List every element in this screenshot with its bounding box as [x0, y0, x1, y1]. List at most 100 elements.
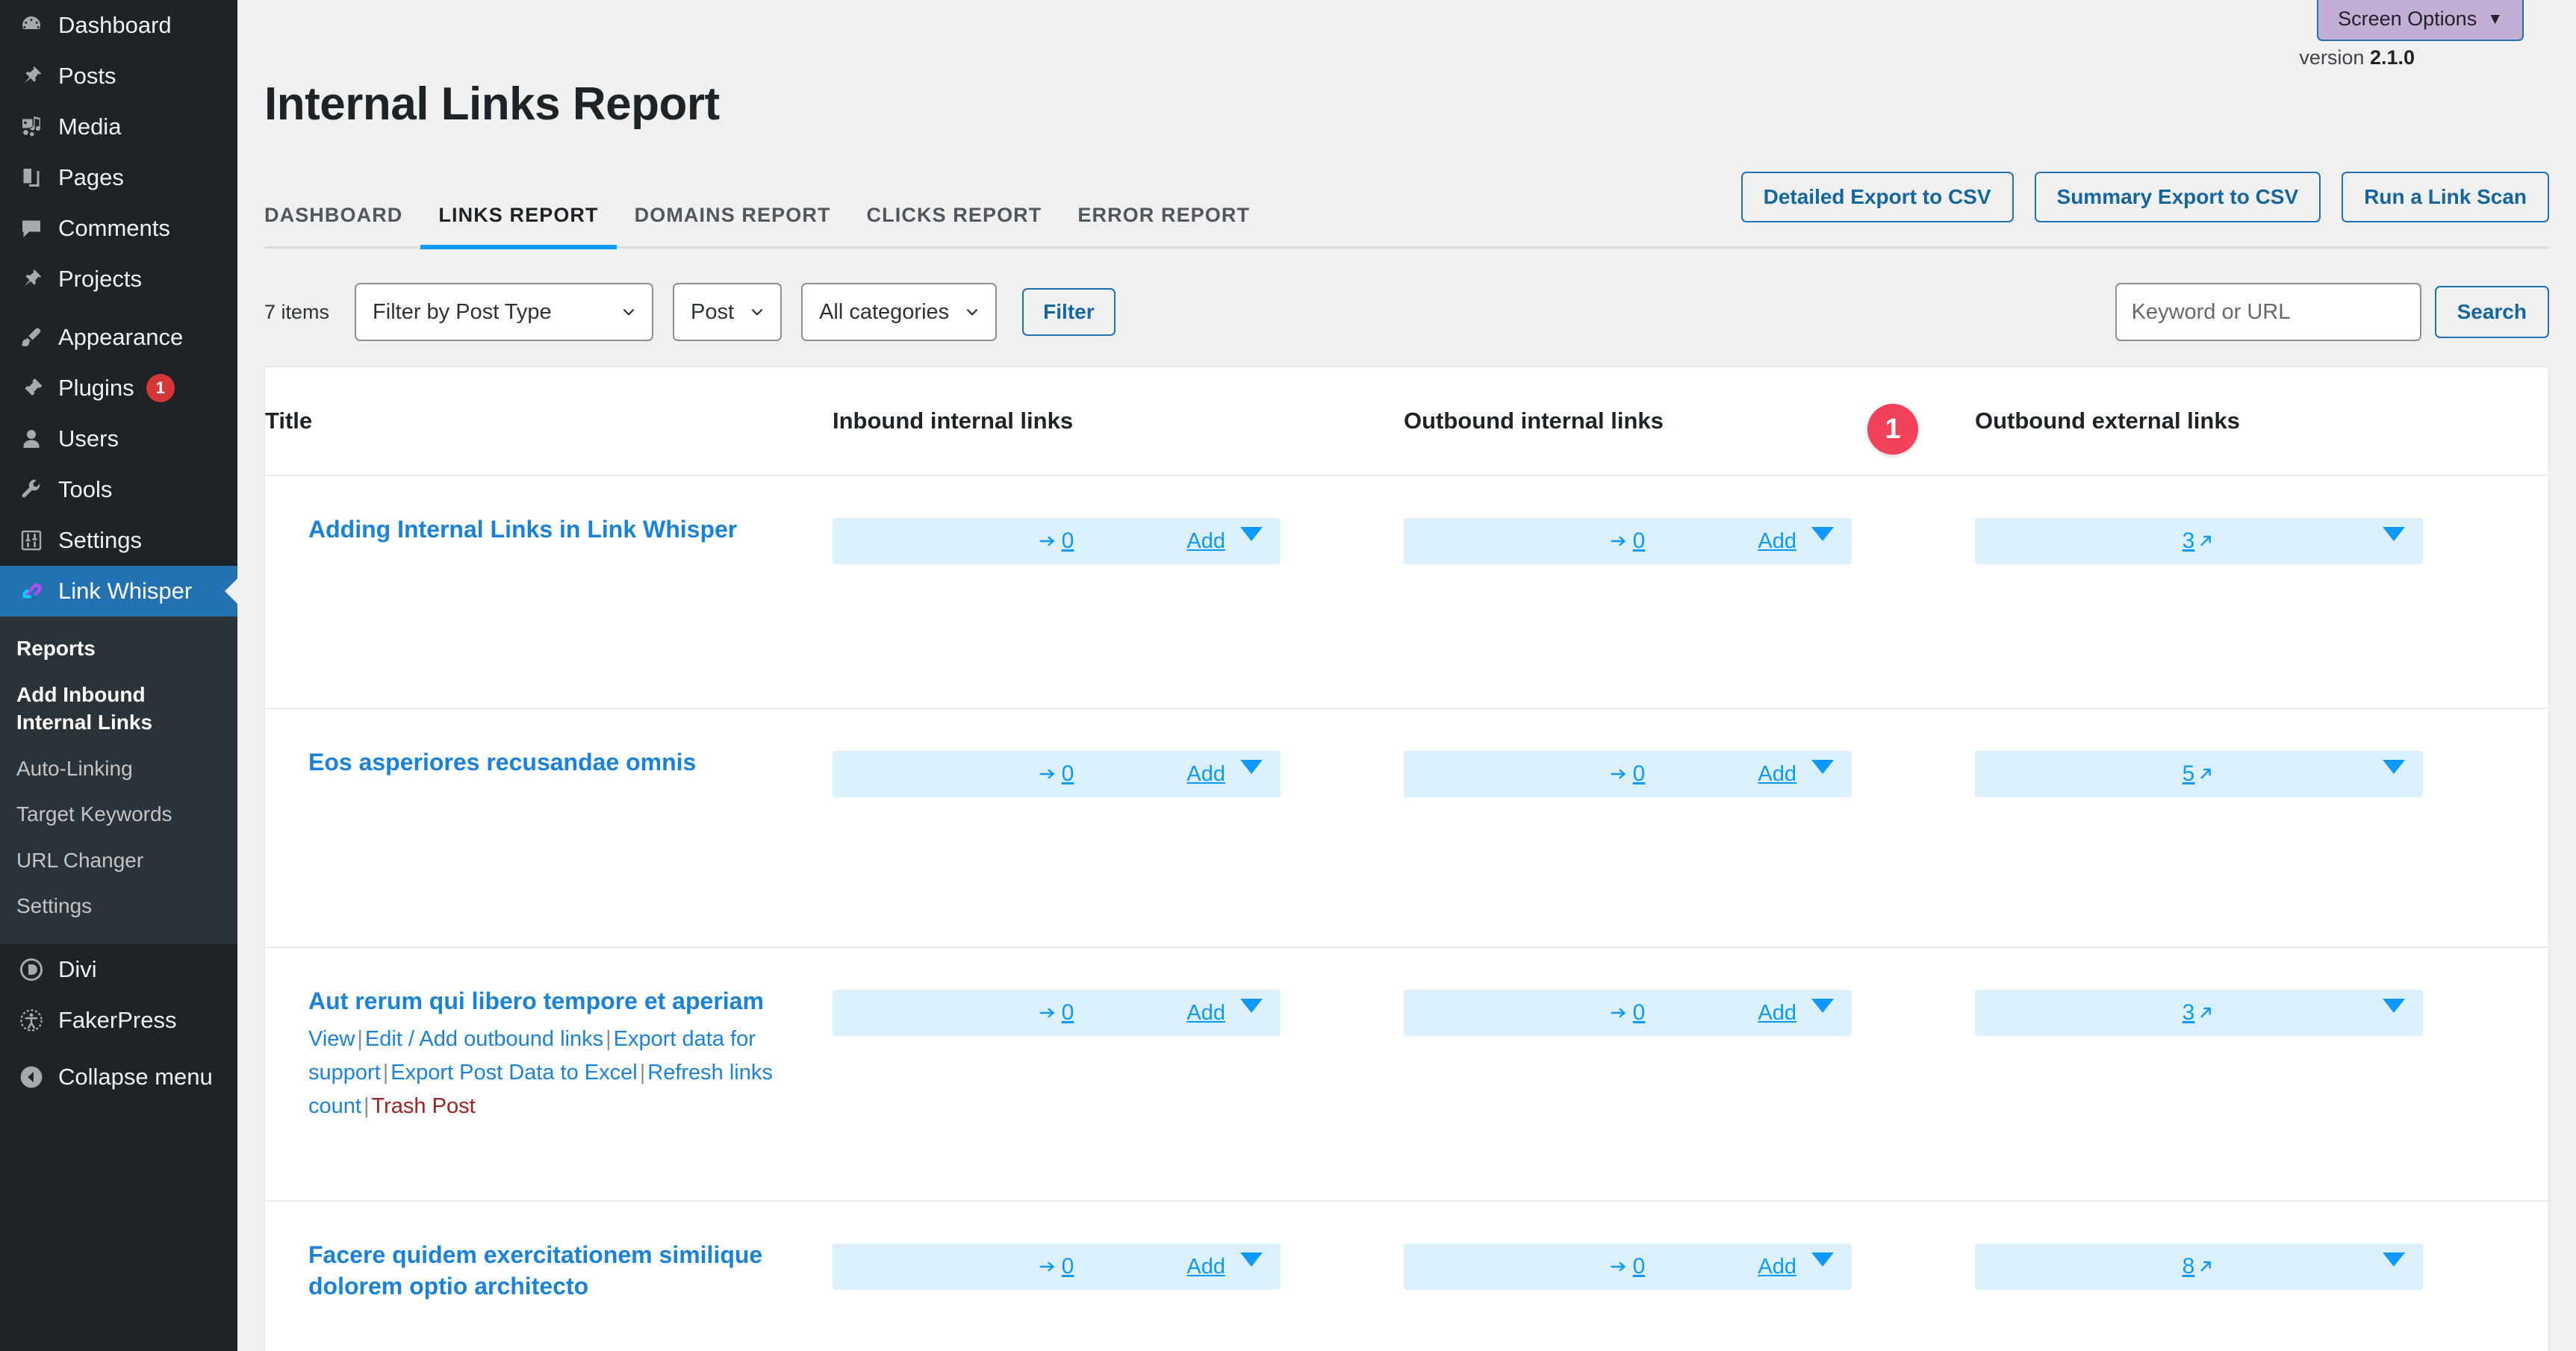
external-links-pill[interactable]: 3 [1975, 990, 2423, 1037]
sidebar-item-label: Appearance [58, 324, 184, 350]
sidebar-item-projects[interactable]: Projects [0, 254, 237, 305]
row-action-edit-add-outbound-links[interactable]: Edit / Add outbound links [365, 1027, 603, 1051]
action-separator: | [357, 1027, 363, 1052]
inbound-add-link[interactable]: Add [1186, 762, 1225, 787]
column-header-inbound-internal-links: Inbound internal links [833, 408, 1074, 434]
external-links-pill[interactable]: 8 [1975, 1244, 2423, 1291]
post-select[interactable]: Post [673, 283, 783, 342]
annotation-marker-1: 1 [1867, 404, 1918, 455]
filter-bar: 7 items Filter by Post Type Post All cat… [264, 249, 2549, 366]
categories-select[interactable]: All categories [801, 283, 998, 342]
outbound-count[interactable]: 0 [1611, 761, 1645, 787]
collapse-menu-button[interactable]: Collapse menu [0, 1052, 237, 1102]
external-links-pill[interactable]: 5 [1975, 751, 2423, 798]
sidebar-item-label: Media [58, 113, 122, 140]
submenu-item-add-inbound-internal-links[interactable]: Add Inbound Internal Links [0, 672, 237, 746]
sidebar-item-tools[interactable]: Tools [0, 464, 237, 515]
sidebar-item-link-whisper[interactable]: Link Whisper [0, 566, 237, 617]
action-separator: | [606, 1027, 612, 1052]
sidebar-item-appearance[interactable]: Appearance [0, 312, 237, 363]
summary-export-csv-button[interactable]: Summary Export to CSV [2034, 172, 2321, 223]
submenu-item-target-keywords[interactable]: Target Keywords [0, 791, 237, 837]
row-external-cell: 3 [1975, 476, 2548, 565]
row-action-export-post-data-to-excel[interactable]: Export Post Data to Excel [391, 1061, 637, 1085]
external-count[interactable]: 3 [2183, 528, 2216, 554]
inbound-links-pill[interactable]: 0 Add [833, 990, 1281, 1037]
row-action-trash-post[interactable]: Trash Post [372, 1094, 476, 1118]
outbound-count[interactable]: 0 [1611, 1254, 1646, 1279]
row-actions: View | Edit / Add outbound links | Export da… [308, 1023, 803, 1123]
outbound-count[interactable]: 0 [1611, 528, 1645, 554]
submenu-item-reports[interactable]: Reports [0, 625, 237, 672]
tab-dashboard[interactable]: DASHBOARD [264, 204, 420, 249]
run-link-scan-button[interactable]: Run a Link Scan [2342, 172, 2549, 223]
inbound-count[interactable]: 0 [1039, 1000, 1074, 1026]
tab-domains-report[interactable]: DOMAINS REPORT [617, 204, 849, 249]
sidebar-item-plugins[interactable]: Plugins 1 [0, 363, 237, 414]
inbound-count-value: 0 [1061, 1000, 1074, 1026]
chevron-down-icon [623, 309, 635, 316]
external-count[interactable]: 3 [2183, 1000, 2216, 1026]
tab-links-report[interactable]: LINKS REPORT [420, 204, 617, 250]
inbound-links-pill[interactable]: 0 Add [833, 518, 1281, 565]
submenu-item-auto-linking[interactable]: Auto-Linking [0, 746, 237, 792]
outbound-count[interactable]: 0 [1611, 1000, 1645, 1026]
inbound-links-pill[interactable]: 0 Add [833, 1244, 1281, 1291]
outbound-links-pill[interactable]: 0 Add [1404, 990, 1852, 1037]
external-count[interactable]: 8 [2183, 1254, 2216, 1279]
inbound-links-pill[interactable]: 0 Add [833, 751, 1281, 798]
sidebar-item-pages[interactable]: Pages [0, 152, 237, 203]
submenu-item-url-changer[interactable]: URL Changer [0, 837, 237, 884]
tabs-row: DASHBOARD LINKS REPORT DOMAINS REPORT CL… [264, 172, 2549, 250]
sidebar-item-label: Settings [58, 527, 143, 553]
outbound-add-link[interactable]: Add [1758, 1255, 1796, 1279]
row-title-link[interactable]: Eos asperiores recusandae omnis [308, 749, 696, 776]
outbound-links-pill[interactable]: 0 Add [1404, 1244, 1852, 1291]
sidebar-item-media[interactable]: Media [0, 102, 237, 152]
external-count[interactable]: 5 [2183, 761, 2216, 787]
external-links-pill[interactable]: 3 [1975, 518, 2423, 565]
detailed-export-csv-button[interactable]: Detailed Export to CSV [1740, 172, 2014, 223]
screen-options-button[interactable]: Screen Options ▼ [2317, 0, 2524, 41]
action-separator: | [639, 1061, 646, 1085]
sidebar-item-comments[interactable]: Comments [0, 203, 237, 254]
sidebar-item-fakerpress[interactable]: FakerPress [0, 995, 237, 1046]
outbound-add-link[interactable]: Add [1758, 1001, 1796, 1026]
inbound-add-link[interactable]: Add [1186, 1001, 1225, 1026]
inbound-count[interactable]: 0 [1039, 761, 1074, 787]
inbound-count[interactable]: 0 [1039, 1254, 1074, 1279]
search-input[interactable]: Keyword or URL [2115, 283, 2421, 342]
sidebar-item-divi[interactable]: Divi [0, 944, 237, 995]
search-button[interactable]: Search [2434, 286, 2549, 339]
tab-error-report[interactable]: ERROR REPORT [1060, 204, 1268, 249]
row-action-view[interactable]: View [308, 1027, 355, 1051]
sidebar-item-label: Posts [58, 63, 116, 89]
plugin-version: version 2.1.0 [264, 0, 2549, 69]
row-title-link[interactable]: Aut rerum qui libero tempore et aperiam [308, 987, 764, 1014]
row-title-cell: Eos asperiores recusandae omnis [265, 709, 833, 778]
outbound-add-link[interactable]: Add [1758, 529, 1796, 554]
outbound-links-pill[interactable]: 0 Add [1404, 751, 1852, 798]
submenu-item-settings[interactable]: Settings [0, 883, 237, 929]
collapse-menu-label: Collapse menu [58, 1063, 213, 1090]
sidebar-item-dashboard[interactable]: Dashboard [0, 0, 237, 51]
row-title-link[interactable]: Adding Internal Links in Link Whisper [308, 516, 737, 543]
sidebar-item-settings[interactable]: Settings [0, 515, 237, 566]
filter-button[interactable]: Filter [1022, 288, 1116, 337]
row-external-cell: 8 [1975, 1202, 2548, 1291]
post-type-select[interactable]: Filter by Post Type [355, 283, 654, 342]
post-type-select-value: Filter by Post Type [373, 299, 552, 324]
version-number: 2.1.0 [2369, 46, 2415, 69]
outbound-add-link[interactable]: Add [1758, 762, 1796, 787]
outbound-count-value: 0 [1632, 1254, 1646, 1279]
sidebar-item-users[interactable]: Users [0, 414, 237, 464]
inbound-add-link[interactable]: Add [1186, 529, 1225, 554]
inbound-count[interactable]: 0 [1039, 528, 1074, 554]
tab-clicks-report[interactable]: CLICKS REPORT [849, 204, 1060, 249]
row-title-link[interactable]: Facere quidem exercitationem similique d… [308, 1241, 762, 1299]
sidebar-item-posts[interactable]: Posts [0, 51, 237, 102]
table-row: Adding Internal Links in Link Whisper 0 … [265, 476, 2548, 710]
inbound-add-link[interactable]: Add [1186, 1255, 1225, 1279]
arrow-into-icon [1039, 536, 1054, 546]
outbound-links-pill[interactable]: 0 Add [1404, 518, 1852, 565]
